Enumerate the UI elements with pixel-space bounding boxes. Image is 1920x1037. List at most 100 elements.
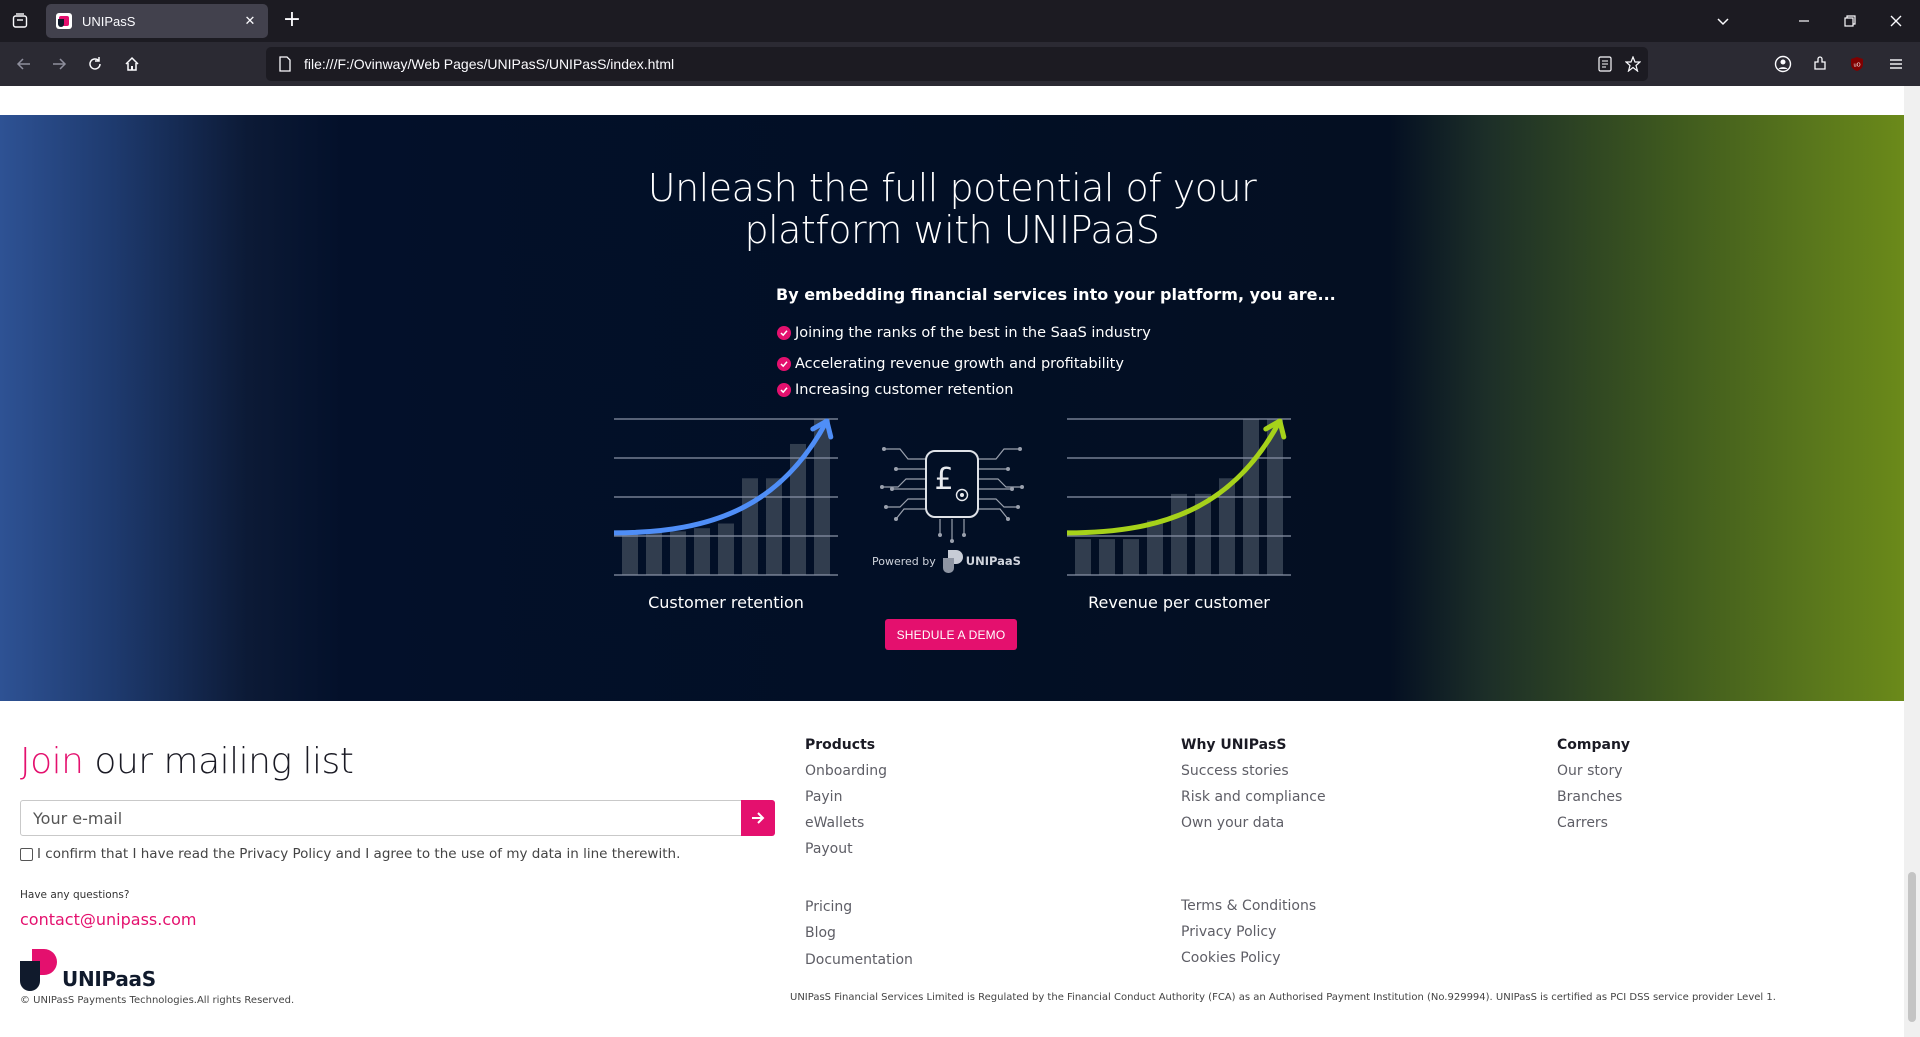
- close-window-icon[interactable]: [1873, 0, 1919, 42]
- footer-link-ewallets[interactable]: eWallets: [805, 815, 864, 831]
- tab-title: UNIPasS: [82, 13, 136, 29]
- company-heading: Company: [1557, 737, 1631, 753]
- restore-window-icon[interactable]: [1827, 0, 1873, 42]
- hero-title-line-1: Unleash the full potential of your: [647, 166, 1257, 210]
- regulatory-notice: UNIPasS Financial Services Limited is Re…: [790, 992, 1776, 1003]
- powered-by-badge: Powered by UNIPaaS: [872, 548, 1021, 574]
- reload-icon[interactable]: [83, 52, 107, 76]
- footer-logo: UNIPaaS: [20, 949, 156, 993]
- back-arrow-icon[interactable]: [12, 52, 36, 76]
- revenue-bar: [1099, 539, 1115, 575]
- privacy-consent: I confirm that I have read the Privacy P…: [20, 846, 680, 862]
- retention-bar: [670, 531, 686, 575]
- reader-view-icon[interactable]: [1596, 55, 1614, 73]
- revenue-per-customer-label: Revenue per customer: [1088, 593, 1270, 612]
- retention-bar: [718, 523, 734, 575]
- benefit-item: Increasing customer retention: [777, 382, 1014, 398]
- browser-nav-bar: file:///F:/Ovinway/Web Pages/UNIPasS/UNI…: [0, 42, 1920, 86]
- revenue-per-customer-graphic: [1067, 418, 1291, 576]
- check-icon: [777, 326, 791, 340]
- tab-overview-icon[interactable]: [8, 9, 32, 33]
- powered-by-brand: UNIPaaS: [965, 554, 1021, 568]
- extensions-icon[interactable]: [1808, 52, 1832, 76]
- footer-link-pricing[interactable]: Pricing: [805, 899, 852, 915]
- retention-bar: [694, 528, 710, 575]
- revenue-bar: [1075, 539, 1091, 575]
- close-tab-icon[interactable]: ✕: [242, 14, 258, 29]
- customer-retention-label: Customer retention: [648, 593, 804, 612]
- products-heading: Products: [805, 737, 876, 753]
- footer-link-success-stories[interactable]: Success stories: [1181, 763, 1289, 779]
- schedule-demo-button[interactable]: SHEDULE A DEMO: [885, 619, 1017, 650]
- hero-subtitle: By embedding financial services into you…: [776, 285, 1336, 304]
- customer-retention-graphic: [614, 418, 838, 576]
- app-menu-icon[interactable]: [1884, 52, 1908, 76]
- footer-link-our-story[interactable]: Our story: [1557, 763, 1623, 779]
- footer-link-branches[interactable]: Branches: [1557, 789, 1622, 805]
- brand-wordmark: UNIPaaS: [62, 967, 156, 991]
- svg-text:£: £: [934, 462, 953, 497]
- footer-link-own-your-data[interactable]: Own your data: [1181, 815, 1284, 831]
- footer-link-blog[interactable]: Blog: [805, 925, 836, 941]
- footer-link-onboarding[interactable]: Onboarding: [805, 763, 887, 779]
- copyright-text: © UNIPasS Payments Technologies.All righ…: [20, 995, 295, 1006]
- subscribe-button[interactable]: [741, 800, 775, 836]
- check-icon: [777, 357, 791, 371]
- email-input[interactable]: Your e-mail: [20, 800, 742, 836]
- retention-bar: [622, 531, 638, 575]
- scrollbar-thumb[interactable]: [1908, 872, 1916, 1022]
- powered-by-text: Powered by: [872, 554, 936, 568]
- account-icon[interactable]: [1771, 52, 1795, 76]
- hero-title-line-2: platform with UNIPaaS: [744, 208, 1160, 252]
- footer-link-payout[interactable]: Payout: [805, 841, 853, 857]
- benefit-text: Joining the ranks of the best in the Saa…: [795, 325, 1151, 341]
- footer-link-privacy-policy[interactable]: Privacy Policy: [1181, 924, 1276, 940]
- arrow-right-icon: [752, 812, 765, 824]
- why-unipaas-heading: Why UNIPasS: [1181, 737, 1287, 753]
- bookmark-star-icon[interactable]: [1624, 55, 1642, 73]
- retention-bar: [646, 531, 662, 575]
- file-page-icon: [278, 56, 292, 72]
- mailing-list-title: Join our mailing list: [20, 741, 354, 782]
- page-viewport: Unleash the full potential of your platf…: [0, 86, 1904, 1037]
- address-bar[interactable]: file:///F:/Ovinway/Web Pages/UNIPasS/UNI…: [266, 47, 1648, 81]
- pound-chip-icon: £: [880, 447, 1024, 543]
- hero-title: Unleash the full potential of your platf…: [552, 167, 1352, 251]
- forward-arrow-icon[interactable]: [47, 52, 71, 76]
- footer-link-terms[interactable]: Terms & Conditions: [1181, 898, 1316, 914]
- svg-text:uO: uO: [1853, 63, 1860, 69]
- benefit-item: Joining the ranks of the best in the Saa…: [777, 325, 1151, 341]
- page-scrollbar[interactable]: [1904, 86, 1920, 1037]
- browser-tab-active[interactable]: UNIPasS ✕: [46, 4, 268, 38]
- new-tab-icon[interactable]: +: [280, 9, 304, 33]
- footer-link-risk-compliance[interactable]: Risk and compliance: [1181, 789, 1326, 805]
- footer-link-carrers[interactable]: Carrers: [1557, 815, 1608, 831]
- consent-text: I confirm that I have read the Privacy P…: [37, 846, 681, 862]
- mailing-list-title-rest: our mailing list: [83, 741, 354, 782]
- url-text: file:///F:/Ovinway/Web Pages/UNIPasS/UNI…: [304, 56, 675, 72]
- benefit-text: Accelerating revenue growth and profitab…: [795, 356, 1124, 372]
- ublock-origin-icon[interactable]: uO: [1845, 52, 1869, 76]
- consent-checkbox[interactable]: [20, 847, 33, 861]
- unipaas-logo-icon: [20, 949, 57, 991]
- contact-email-link[interactable]: contact@unipass.com: [20, 910, 197, 929]
- home-icon[interactable]: [120, 52, 144, 76]
- revenue-bar: [1171, 493, 1187, 575]
- benefit-item: Accelerating revenue growth and profitab…: [777, 356, 1124, 372]
- revenue-bar: [1123, 539, 1139, 575]
- questions-label: Have any questions?: [20, 889, 130, 901]
- check-icon: [777, 383, 791, 397]
- site-favicon-icon: [56, 13, 72, 29]
- browser-tab-bar: UNIPasS ✕ +: [0, 0, 1920, 42]
- hero-section: Unleash the full potential of your platf…: [0, 115, 1904, 701]
- footer-link-payin[interactable]: Payin: [805, 789, 842, 805]
- footer-link-cookies-policy[interactable]: Cookies Policy: [1181, 950, 1281, 966]
- revenue-bar: [1147, 520, 1163, 575]
- footer-link-documentation[interactable]: Documentation: [805, 952, 913, 968]
- benefit-text: Increasing customer retention: [795, 382, 1014, 398]
- minimize-window-icon[interactable]: [1781, 0, 1827, 42]
- site-footer: Join our mailing list Your e-mail I conf…: [0, 701, 1904, 1037]
- mailing-list-title-accent: Join: [20, 741, 84, 782]
- list-tabs-chevron-icon[interactable]: [1700, 0, 1746, 42]
- unipaas-logo-icon: [942, 550, 963, 573]
